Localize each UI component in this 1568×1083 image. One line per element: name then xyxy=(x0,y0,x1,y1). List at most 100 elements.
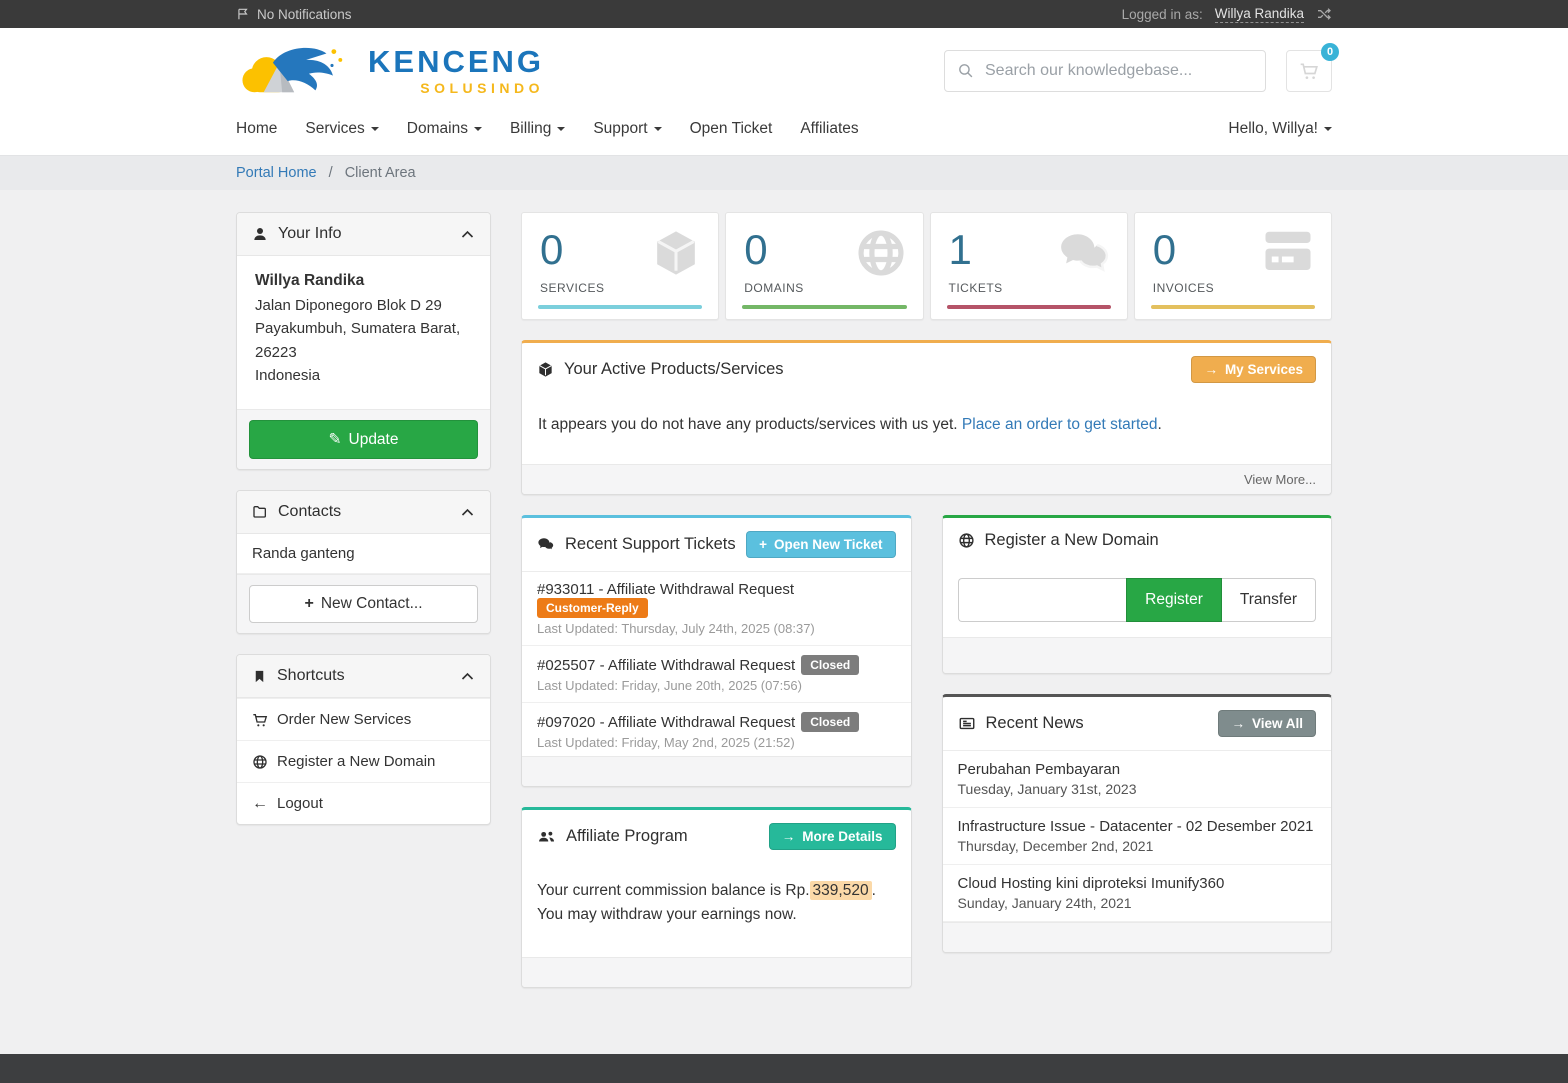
client-name: Willya Randika xyxy=(255,272,472,290)
nav-item-open-ticket[interactable]: Open Ticket xyxy=(676,111,787,147)
user-menu[interactable]: Hello, Willya! xyxy=(1228,120,1332,138)
top-bar: No Notifications Logged in as: Willya Ra… xyxy=(0,0,1568,28)
your-info-panel: Your Info Willya Randika Jalan Diponegor… xyxy=(236,212,491,470)
contacts-panel: Contacts Randa ganteng + New Contact... xyxy=(236,490,491,634)
comments-icon xyxy=(1057,227,1111,283)
update-button[interactable]: ✎ Update xyxy=(249,420,478,459)
stat-tickets[interactable]: 1 TICKETS xyxy=(930,212,1128,320)
stat-bar xyxy=(1151,305,1315,309)
status-badge: Customer-Reply xyxy=(537,598,648,618)
recent-news-title: Recent News xyxy=(986,714,1209,733)
commission-text: Your current commission balance is Rp. xyxy=(537,882,810,899)
register-domain-panel: Register a New Domain Register Transfer xyxy=(942,515,1333,674)
status-badge: Closed xyxy=(801,712,859,732)
shortcut-order-new-services[interactable]: Order New Services xyxy=(237,698,490,740)
ticket-row[interactable]: #933011 - Affiliate Withdrawal RequestCu… xyxy=(522,572,911,646)
shortcuts-panel: Shortcuts Order New Services Register a … xyxy=(236,654,491,825)
notifications-link[interactable]: No Notifications xyxy=(236,7,352,22)
chevron-up-icon[interactable] xyxy=(460,505,475,520)
brand-logo[interactable]: KENCENG SOLUSINDO xyxy=(236,43,544,99)
news-item[interactable]: Cloud Hosting kini diproteksi Imunify360… xyxy=(943,865,1332,922)
arrow-right-icon: → xyxy=(782,829,796,844)
search-input[interactable] xyxy=(944,50,1266,92)
chevron-up-icon[interactable] xyxy=(460,669,475,684)
register-domain-title: Register a New Domain xyxy=(985,531,1317,550)
stat-services[interactable]: 0 SERVICES xyxy=(521,212,719,320)
brand-name: KENCENG xyxy=(368,46,544,77)
client-address-line2: Payakumbuh, Sumatera Barat, 26223 xyxy=(255,317,472,364)
contacts-title: Contacts xyxy=(278,503,450,521)
nav-item-support[interactable]: Support xyxy=(579,111,675,147)
shortcut-logout[interactable]: ← Logout xyxy=(237,782,490,824)
comments-icon xyxy=(537,536,555,553)
ticket-row[interactable]: #025507 - Affiliate Withdrawal RequestCl… xyxy=(522,646,911,703)
breadcrumb-portal-home-link[interactable]: Portal Home xyxy=(236,165,317,181)
ticket-row[interactable]: #097020 - Affiliate Withdrawal RequestCl… xyxy=(522,703,911,756)
news-list: Perubahan Pembayaran Tuesday, January 31… xyxy=(943,751,1332,922)
brand-logo-icon xyxy=(236,43,356,99)
arrow-left-icon: ← xyxy=(252,796,268,812)
newspaper-icon xyxy=(958,715,976,732)
my-services-button[interactable]: → My Services xyxy=(1191,356,1316,383)
active-products-title: Your Active Products/Services xyxy=(564,360,1181,379)
caret-down-icon xyxy=(557,127,565,131)
chevron-up-icon[interactable] xyxy=(460,227,475,242)
no-products-text: It appears you do not have any products/… xyxy=(538,416,958,433)
stat-domains[interactable]: 0 DOMAINS xyxy=(725,212,923,320)
users-icon xyxy=(537,828,556,845)
breadcrumb: Portal Home / Client Area xyxy=(0,155,1568,190)
nav-item-domains[interactable]: Domains xyxy=(393,111,496,147)
cube-icon xyxy=(537,361,554,378)
shortcut-register-domain[interactable]: Register a New Domain xyxy=(237,740,490,782)
client-address-line3: Indonesia xyxy=(255,364,472,387)
credit-card-icon xyxy=(1261,227,1315,281)
news-item[interactable]: Perubahan Pembayaran Tuesday, January 31… xyxy=(943,751,1332,808)
client-address-line1: Jalan Diponegoro Blok D 29 xyxy=(255,294,472,317)
shortcuts-title: Shortcuts xyxy=(277,667,450,685)
news-item[interactable]: Infrastructure Issue - Datacenter - 02 D… xyxy=(943,808,1332,865)
bookmark-icon xyxy=(252,669,267,684)
commission-amount: 339,520 xyxy=(810,881,872,900)
stat-bar xyxy=(947,305,1111,309)
user-icon xyxy=(252,226,268,242)
register-button[interactable]: Register xyxy=(1126,578,1222,622)
arrow-right-icon: → xyxy=(1231,716,1245,731)
nav-item-billing[interactable]: Billing xyxy=(496,111,579,147)
globe-icon xyxy=(252,754,268,770)
caret-down-icon xyxy=(654,127,662,131)
contact-list-item[interactable]: Randa ganteng xyxy=(237,534,490,574)
plus-icon: + xyxy=(305,596,314,612)
logged-in-label: Logged in as: xyxy=(1122,7,1203,22)
cube-icon xyxy=(650,227,702,283)
pencil-icon: ✎ xyxy=(329,430,342,449)
logged-in-user-link[interactable]: Willya Randika xyxy=(1215,6,1304,23)
place-order-link[interactable]: Place an order to get started xyxy=(962,416,1158,433)
affiliate-title: Affiliate Program xyxy=(566,827,759,846)
main-nav: Home Services Domains Billing Support Op… xyxy=(0,111,1568,155)
open-new-ticket-button[interactable]: + Open New Ticket xyxy=(746,531,895,558)
new-contact-button[interactable]: + New Contact... xyxy=(249,585,478,623)
nav-item-services[interactable]: Services xyxy=(291,111,392,147)
nav-item-home[interactable]: Home xyxy=(236,111,291,147)
transfer-button[interactable]: Transfer xyxy=(1222,578,1316,622)
view-more-link[interactable]: View More... xyxy=(1244,472,1316,487)
cart-icon xyxy=(252,712,268,728)
stat-invoices[interactable]: 0 INVOICES xyxy=(1134,212,1332,320)
caret-down-icon xyxy=(1324,127,1332,131)
view-all-button[interactable]: → View All xyxy=(1218,710,1316,737)
more-details-button[interactable]: → More Details xyxy=(769,823,896,850)
active-products-panel: Your Active Products/Services → My Servi… xyxy=(521,340,1332,495)
nav-item-affiliates[interactable]: Affiliates xyxy=(786,111,872,147)
cart-count-badge: 0 xyxy=(1321,43,1339,61)
folder-icon xyxy=(252,504,268,520)
domain-search-input[interactable] xyxy=(958,578,1127,622)
switch-user-icon[interactable] xyxy=(1316,6,1332,22)
cart-icon xyxy=(1299,61,1319,81)
globe-icon xyxy=(855,227,907,283)
your-info-title: Your Info xyxy=(278,225,450,243)
ticket-list: #933011 - Affiliate Withdrawal RequestCu… xyxy=(522,572,911,756)
sidebar: Your Info Willya Randika Jalan Diponegor… xyxy=(236,212,491,1008)
cart-button[interactable]: 0 xyxy=(1286,50,1332,92)
recent-tickets-panel: Recent Support Tickets + Open New Ticket… xyxy=(521,515,912,787)
globe-icon xyxy=(958,532,975,549)
